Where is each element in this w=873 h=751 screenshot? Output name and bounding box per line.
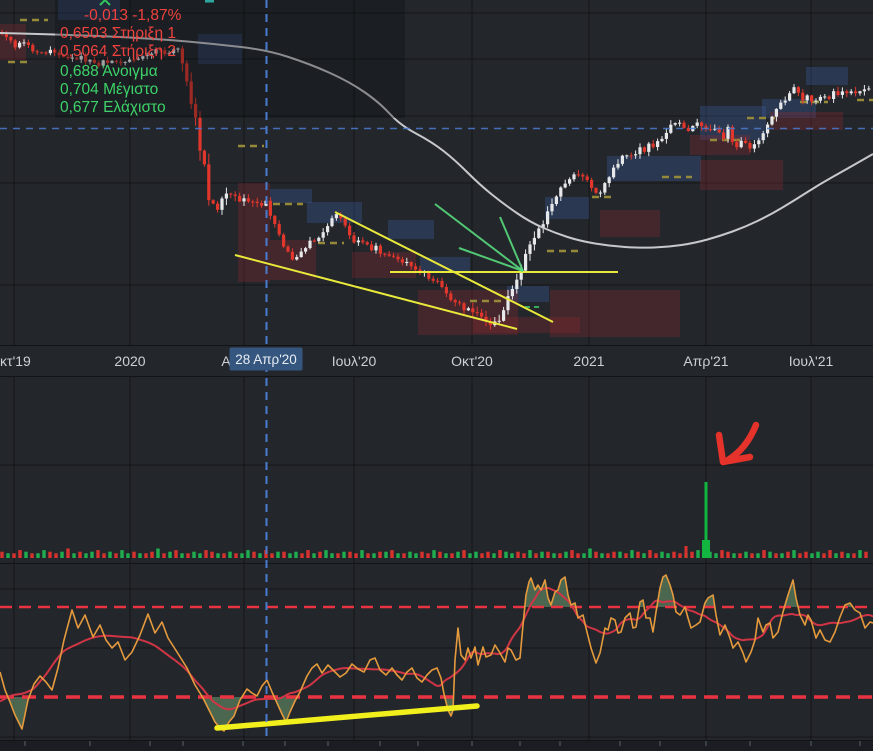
axis-label-okt20: Οκτ'20: [451, 353, 493, 369]
axis-label-ioul20: Ιουλ'20: [332, 353, 377, 369]
chart-canvas[interactable]: -0,013 -1,87% 0,6503 Στήριξη 1 0,5064 Στ…: [0, 0, 873, 751]
legend-open-line: 0,688 Άνοιγμα: [60, 63, 158, 80]
legend-support1-line: 0,6503 Στήριξη 1: [60, 25, 176, 42]
trading-chart-window: -0,013 -1,87% 0,6503 Στήριξη 1 0,5064 Στ…: [0, 0, 873, 751]
bottom-axis-strip[interactable]: [0, 741, 873, 751]
crosshair-date-text: 28 Απρ'20: [235, 352, 297, 367]
axis-label-apr21: Απρ'21: [683, 353, 728, 369]
legend-change-line: -0,013 -1,87%: [84, 7, 182, 24]
legend-high-line: 0,704 Μέγιστο: [60, 81, 158, 98]
legend-low-line: 0,677 Ελάχιστο: [60, 99, 166, 116]
axis-label-ioul21: Ιουλ'21: [789, 353, 834, 369]
legend-support2-line: 0,5064 Στήριξη 2: [60, 43, 176, 60]
axis-label-2021: 2021: [573, 353, 604, 369]
axis-label-2020: 2020: [114, 353, 145, 369]
crosshair-date-label: 28 Απρ'20: [230, 348, 303, 371]
axis-label-okt19: Οκτ'19: [0, 353, 31, 369]
